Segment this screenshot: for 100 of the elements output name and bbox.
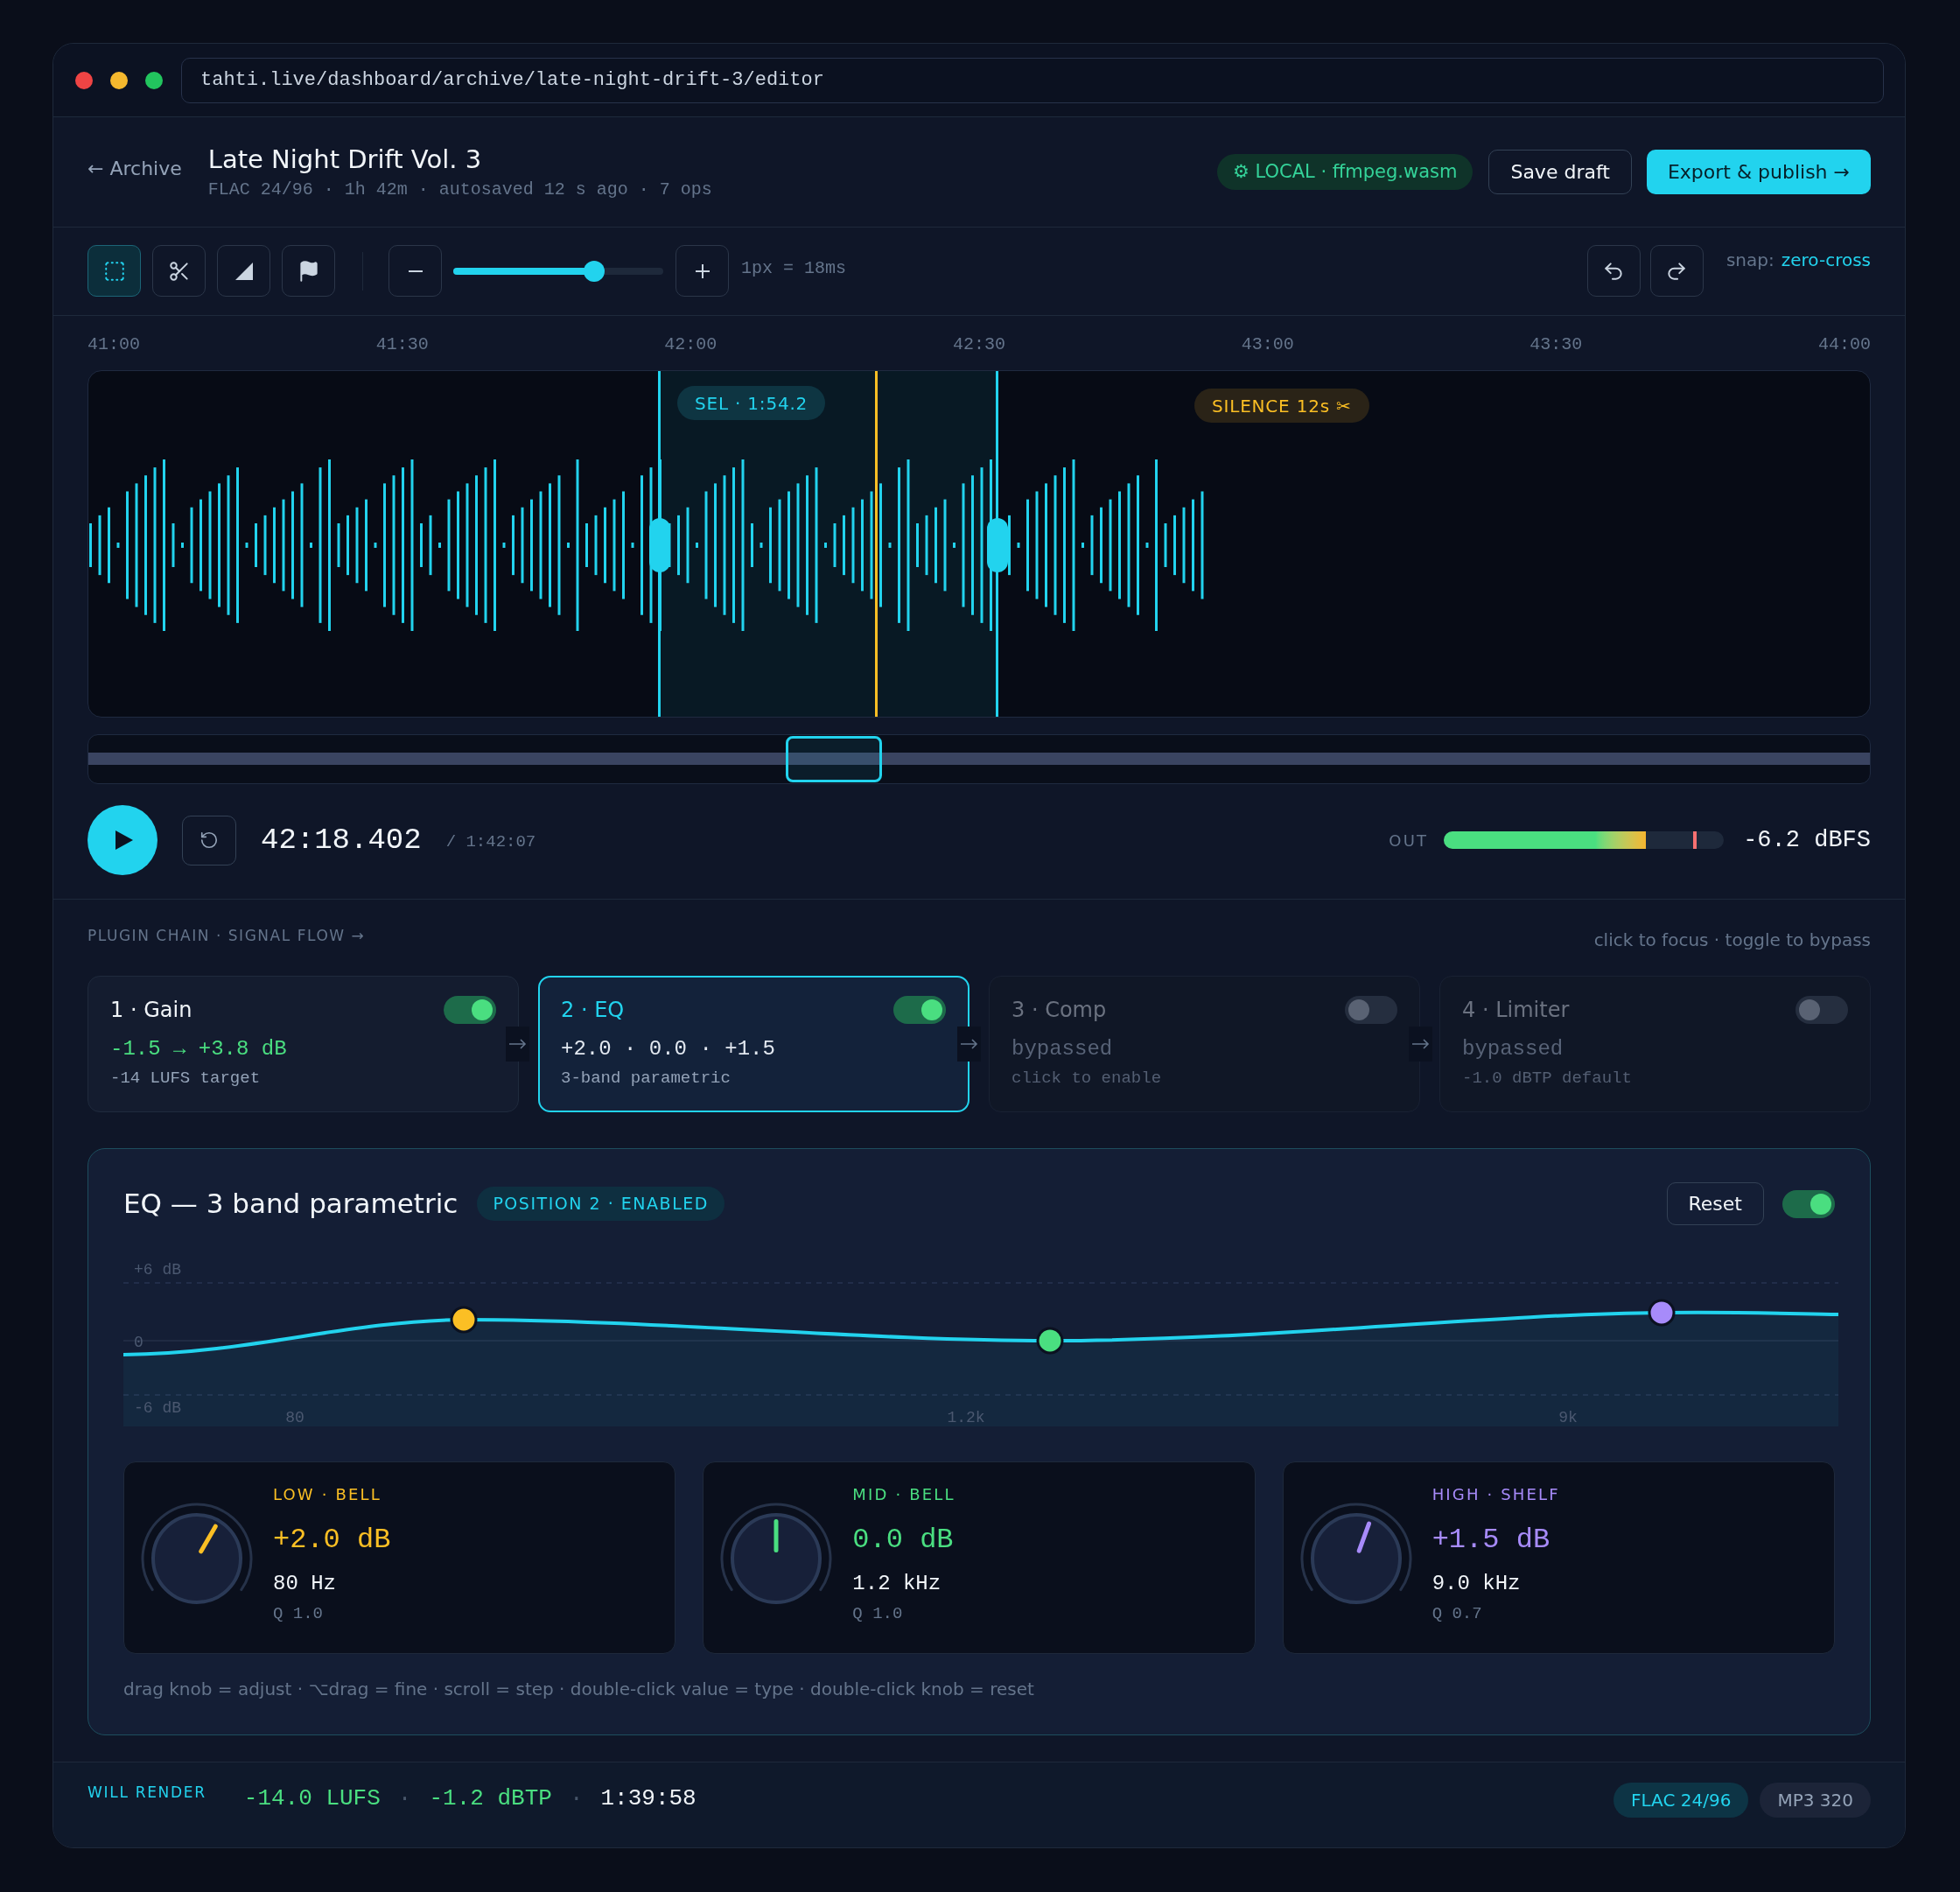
scissors-icon [167, 259, 191, 283]
snap-mode[interactable]: zero-cross [1781, 247, 1871, 273]
zoom-slider[interactable] [453, 260, 663, 282]
render-stat: -1.2 dBTP [429, 1785, 552, 1811]
total-duration: / 1:42:07 [445, 830, 536, 853]
silence-tag[interactable]: SILENCE 12s ✂ [1194, 389, 1369, 423]
plugin-note: -1.0 dBTP default [1462, 1068, 1633, 1089]
time-label: 44:00 [1817, 335, 1871, 354]
selection-handle[interactable] [649, 518, 670, 572]
plugin-value: bypassed [1462, 1036, 1564, 1062]
format-chip[interactable]: FLAC 24/96 [1614, 1783, 1749, 1818]
reset-button[interactable]: Reset [1666, 1182, 1764, 1225]
back-link[interactable]: ← Archive [88, 154, 182, 183]
plugin-value: bypassed [1012, 1036, 1114, 1062]
minus-icon [408, 270, 423, 272]
band-q: Q 1.0 [273, 1604, 324, 1623]
plus-icon [695, 263, 710, 278]
band-frequency: 9.0 kHz [1432, 1572, 1522, 1596]
overview-scrollbar[interactable] [88, 734, 1871, 784]
playback-time: 42:18.402 [261, 822, 422, 858]
band-label: LOW · BELL [273, 1485, 382, 1504]
time-label: 41:00 [88, 335, 140, 354]
rotate-icon [200, 830, 219, 850]
arrow-right-icon [506, 1027, 529, 1062]
gain-axis-label: +6 dB [134, 1260, 181, 1279]
time-label: 42:00 [664, 335, 718, 354]
band-handle[interactable] [1036, 1327, 1064, 1355]
plugin-value: +2.0 · 0.0 · +1.5 [561, 1036, 776, 1062]
time-label: 42:30 [952, 335, 1005, 354]
band-label: HIGH · SHELF [1432, 1485, 1560, 1504]
render-label: WILL RENDER [88, 1783, 206, 1801]
address-bar[interactable]: tahti.live/dashboard/archive/late-night-drift-3/editor [181, 57, 1884, 103]
chain-hint: click to focus · toggle to bypass [1593, 929, 1871, 950]
toggle-switch[interactable] [1782, 1189, 1835, 1218]
export-button[interactable]: Export & publish → [1646, 150, 1871, 194]
separator-dot: · [569, 1785, 584, 1811]
save-draft-button[interactable]: Save draft [1488, 150, 1632, 194]
band-q: Q 0.7 [1432, 1604, 1483, 1623]
close-window-icon[interactable] [75, 71, 93, 89]
plugin-card[interactable]: 2 · EQ +2.0 · 0.0 · +1.5 3-band parametric [538, 976, 970, 1112]
minimize-window-icon[interactable] [110, 71, 128, 89]
plugin-title: 2 · EQ [561, 997, 625, 1023]
loop-button[interactable] [182, 815, 236, 865]
gain-axis-label: 0 [134, 1333, 144, 1352]
plugin-card[interactable]: 4 · Limiter bypassed -1.0 dBTP default [1439, 976, 1871, 1112]
plugin-title: 4 · Limiter [1462, 997, 1570, 1023]
arrow-right-icon [1409, 1027, 1432, 1062]
plugin-note: -14 LUFS target [110, 1068, 262, 1089]
plugin-value: -1.5 → +3.8 dB [110, 1036, 288, 1062]
ramp-icon [234, 262, 253, 280]
band-q: Q 1.0 [852, 1604, 904, 1623]
plugin-title: 1 · Gain [110, 997, 192, 1023]
selection-handle[interactable] [987, 518, 1008, 572]
band-frequency: 1.2 kHz [852, 1572, 942, 1596]
separator-dot: · [397, 1785, 412, 1811]
band-label: MID · BELL [852, 1485, 956, 1504]
band-handle[interactable] [1648, 1299, 1676, 1327]
engine-badge: ⚙ LOCAL · ffmpeg.wasm [1217, 154, 1474, 190]
selection-length-tag: SEL · 1:54.2 [677, 386, 826, 420]
render-stat: -14.0 LUFS [243, 1785, 381, 1811]
band-gain[interactable]: +1.5 dB [1432, 1524, 1560, 1557]
format-chip[interactable]: MP3 320 [1760, 1783, 1871, 1818]
output-label: OUT [1389, 830, 1429, 851]
band-gain[interactable]: 0.0 dB [852, 1524, 956, 1557]
position-badge: POSITION 2 · ENABLED [477, 1187, 724, 1221]
arrow-right-icon [957, 1027, 981, 1062]
time-label: 43:30 [1530, 335, 1583, 354]
time-label: 43:00 [1241, 335, 1294, 354]
viewport-window[interactable] [786, 736, 882, 782]
file-info: FLAC 24/96 · 1h 42m · autosaved 12 s ago · 7 ops [207, 179, 712, 200]
band-gain[interactable]: +2.0 dB [273, 1524, 391, 1557]
band-handle[interactable] [450, 1306, 478, 1334]
dashed-square-icon [102, 259, 126, 283]
render-stat: 1:39:58 [600, 1785, 696, 1811]
section-heading: PLUGIN CHAIN · SIGNAL FLOW → [88, 926, 366, 945]
redo-button[interactable] [1649, 245, 1704, 297]
plugin-note: click to enable [1012, 1068, 1163, 1089]
panel-title: EQ — 3 band parametric [123, 1187, 458, 1222]
knob-hint: drag knob = adjust · ⌥drag = fine · scroll = step · double-click value = type · double-click knob = reset [123, 1678, 1035, 1699]
maximize-window-icon[interactable] [145, 71, 163, 89]
play-icon [116, 830, 133, 850]
plugin-card[interactable]: 3 · Comp bypassed click to enable [989, 976, 1420, 1112]
tool-button[interactable] [217, 245, 270, 297]
toggle-switch[interactable] [893, 996, 946, 1024]
plugin-title: 3 · Comp [1012, 997, 1107, 1023]
snap-label: snap: [1726, 249, 1774, 272]
tool-button[interactable] [152, 245, 206, 297]
time-label: 41:30 [375, 335, 429, 354]
toggle-switch[interactable] [1345, 996, 1397, 1024]
toggle-switch[interactable] [444, 996, 496, 1024]
plugin-note: 3-band parametric [561, 1068, 732, 1089]
band-frequency: 80 Hz [273, 1572, 337, 1596]
project-title: Late Night Drift Vol. 3 [207, 144, 483, 174]
tool-button[interactable] [282, 245, 335, 297]
undo-button[interactable] [1586, 245, 1641, 297]
output-reading: -6.2 dBFS [1743, 825, 1871, 855]
slider-thumb[interactable] [583, 260, 605, 282]
zoom-scale: 1px = 18ms [741, 256, 847, 280]
toggle-switch[interactable] [1796, 996, 1848, 1024]
plugin-card[interactable]: 1 · Gain -1.5 → +3.8 dB -14 LUFS target [88, 976, 519, 1112]
